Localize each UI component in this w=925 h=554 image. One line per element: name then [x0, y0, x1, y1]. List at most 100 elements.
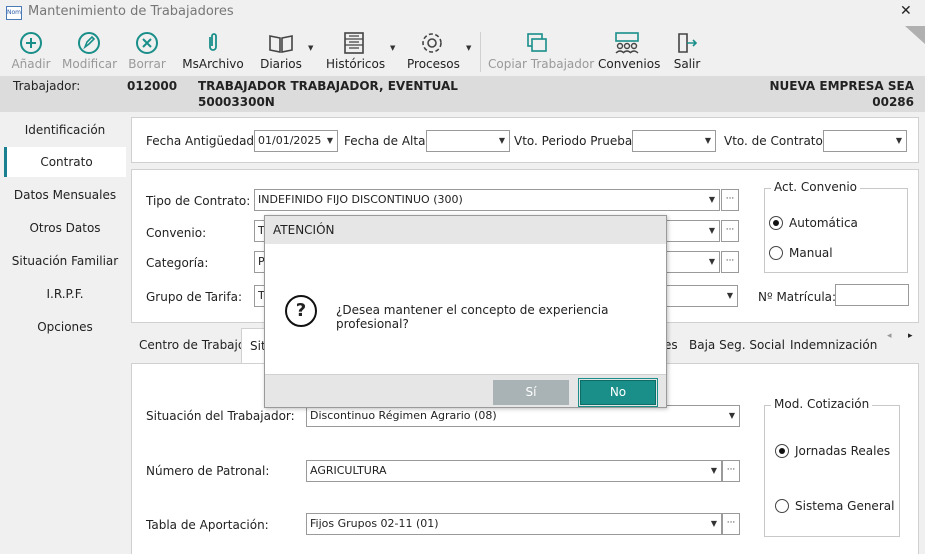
manual-radio[interactable] — [769, 246, 783, 260]
contrato-vto-date-field[interactable]: ▼ — [823, 130, 907, 152]
antiguedad-value: 01/01/2025 — [258, 134, 322, 147]
historicos-dropdown-icon[interactable]: ▼ — [390, 44, 395, 52]
tabs-scroll-right-icon[interactable]: ▸ — [908, 331, 913, 341]
mod-cotizacion-title: Mod. Cotización — [771, 397, 873, 411]
copy-worker-button-label: Copiar Trabajador — [488, 57, 595, 71]
antiguedad-date-field[interactable]: 01/01/2025 ▼ — [254, 130, 338, 152]
nav-item-identificacion[interactable]: Identificación — [4, 115, 126, 145]
plus-circle-icon — [20, 32, 42, 54]
tab-centro-trabajo[interactable]: Centro de Trabajo — [139, 338, 245, 352]
convenio-label: Convenio: — [146, 226, 207, 240]
alta-label: Fecha de Alta: — [344, 134, 430, 148]
prueba-label: Vto. Periodo Prueba: — [514, 134, 637, 148]
nav-item-situacion-familiar[interactable]: Situación Familiar — [4, 246, 126, 276]
convenios-button[interactable]: Convenios — [598, 30, 661, 71]
worker-code: 012000 — [127, 79, 178, 93]
convenios-button-label: Convenios — [598, 57, 661, 71]
manual-radio-label: Manual — [789, 246, 833, 260]
modify-button-label: Modificar — [62, 57, 118, 71]
nav-item-datos-mensuales[interactable]: Datos Mensuales — [4, 180, 126, 210]
matricula-input[interactable] — [835, 284, 909, 306]
delete-button-label: Borrar — [128, 57, 166, 71]
attention-dialog: ATENCIÓN ? ¿Desea mantener el concepto d… — [264, 215, 667, 408]
aportacion-value: Fijos Grupos 02-11 (01) — [310, 517, 439, 530]
exit-icon — [678, 33, 698, 53]
auto-radio[interactable] — [769, 216, 783, 230]
jornadas-reales-radio[interactable] — [775, 444, 789, 458]
alta-date-field[interactable]: ▼ — [426, 130, 510, 152]
categoria-label: Categoría: — [146, 256, 209, 270]
tipo-contrato-select[interactable]: INDEFINIDO FIJO DISCONTINUO (300) ▼ — [254, 189, 720, 211]
dates-panel: Fecha Antigüedad: 01/01/2025 ▼ Fecha de A… — [131, 117, 919, 163]
aportacion-select[interactable]: Fijos Grupos 02-11 (01) ▼ — [306, 513, 722, 535]
add-button[interactable]: Añadir — [10, 30, 52, 71]
tipo-contrato-more-button[interactable]: ··· — [721, 189, 739, 211]
chevron-down-icon: ▼ — [704, 136, 711, 145]
question-icon: ? — [285, 295, 317, 327]
nav-item-otros-datos[interactable]: Otros Datos — [4, 213, 126, 243]
tab-situacion-active[interactable]: Sit — [241, 328, 266, 364]
chevron-down-icon: ▼ — [708, 195, 715, 204]
exit-button[interactable]: Salir — [670, 30, 704, 71]
copy-worker-button[interactable]: Copiar Trabajador — [488, 30, 595, 71]
patronal-more-button[interactable]: ··· — [722, 460, 740, 482]
close-window-button[interactable]: ✕ — [900, 3, 912, 19]
sistema-general-radio[interactable] — [775, 499, 789, 513]
worker-name: TRABAJADOR TRABAJADOR, EVENTUAL — [198, 79, 458, 93]
nav-item-contrato[interactable]: Contrato — [4, 147, 126, 177]
chevron-down-icon: ▼ — [708, 257, 715, 266]
chevron-down-icon: ▼ — [895, 136, 902, 145]
procesos-dropdown-icon[interactable]: ▼ — [466, 44, 471, 52]
toolbar-separator — [480, 32, 481, 72]
procesos-button[interactable]: Procesos — [407, 30, 460, 71]
tipo-contrato-label: Tipo de Contrato: — [146, 194, 251, 208]
yes-button[interactable]: Sí — [493, 380, 569, 405]
aportacion-more-button[interactable]: ··· — [722, 513, 740, 535]
auto-radio-label: Automática — [789, 216, 858, 230]
chevron-down-icon: ▼ — [728, 411, 735, 420]
chevron-down-icon: ▼ — [708, 226, 715, 235]
nav-item-opciones[interactable]: Opciones — [4, 312, 126, 342]
tipo-contrato-value: INDEFINIDO FIJO DISCONTINUO (300) — [258, 193, 463, 206]
company-name: NUEVA EMPRESA SEA — [769, 79, 914, 93]
group-icon — [615, 32, 639, 54]
dialog-footer: Sí No — [265, 374, 666, 407]
company-code: 00286 — [872, 95, 914, 109]
modify-button[interactable]: Modificar — [62, 30, 118, 71]
diarios-dropdown-icon[interactable]: ▼ — [308, 44, 313, 52]
situacion-value: Discontinuo Régimen Agrario (08) — [310, 409, 497, 422]
dialog-message: ¿Desea mantener el concepto de experienc… — [336, 303, 609, 331]
patronal-select[interactable]: AGRICULTURA ▼ — [306, 460, 722, 482]
categoria-more-button[interactable]: ··· — [721, 251, 739, 273]
prueba-date-field[interactable]: ▼ — [632, 130, 716, 152]
situacion-select[interactable]: Discontinuo Régimen Agrario (08) ▼ — [306, 405, 740, 427]
contrato-vto-label: Vto. de Contrato: — [724, 134, 827, 148]
worker-label: Trabajador: — [13, 79, 81, 93]
chevron-down-icon: ▼ — [726, 291, 733, 300]
dialog-title: ATENCIÓN — [273, 223, 335, 237]
tabs-scroll-left-icon[interactable]: ◂ — [887, 331, 892, 341]
tab-indemnizacion[interactable]: Indemnización — [790, 338, 877, 352]
diarios-button-label: Diarios — [260, 57, 302, 71]
gear-icon — [422, 33, 442, 53]
list-icon — [344, 32, 364, 54]
delete-button[interactable]: Borrar — [128, 30, 166, 71]
tab-baja-seg-social[interactable]: Baja Seg. Social — [689, 338, 785, 352]
msarchivo-button[interactable]: MsArchivo — [182, 30, 244, 71]
jornadas-reales-label: Jornadas Reales — [795, 444, 891, 458]
chevron-down-icon: ▼ — [326, 136, 333, 145]
dialog-header: ATENCIÓN — [265, 216, 666, 244]
convenio-more-button[interactable]: ··· — [721, 220, 739, 242]
toolbar: Añadir Modificar Borrar MsArchivo Diario… — [0, 26, 925, 76]
act-convenio-group: Act. Convenio Automática Manual — [764, 180, 908, 273]
historicos-button[interactable]: Históricos — [326, 30, 385, 71]
procesos-button-label: Procesos — [407, 57, 460, 71]
chevron-down-icon: ▼ — [498, 136, 505, 145]
grupo-tarifa-label: Grupo de Tarifa: — [146, 290, 243, 304]
nav-item-irpf[interactable]: I.R.P.F. — [4, 279, 126, 309]
diarios-button[interactable]: Diarios — [260, 30, 302, 71]
no-button[interactable]: No — [578, 378, 658, 407]
worker-info-bar: Trabajador: 012000 TRABAJADOR TRABAJADOR… — [0, 76, 925, 112]
matricula-label: Nº Matrícula: — [758, 290, 837, 304]
paperclip-icon — [209, 33, 217, 51]
